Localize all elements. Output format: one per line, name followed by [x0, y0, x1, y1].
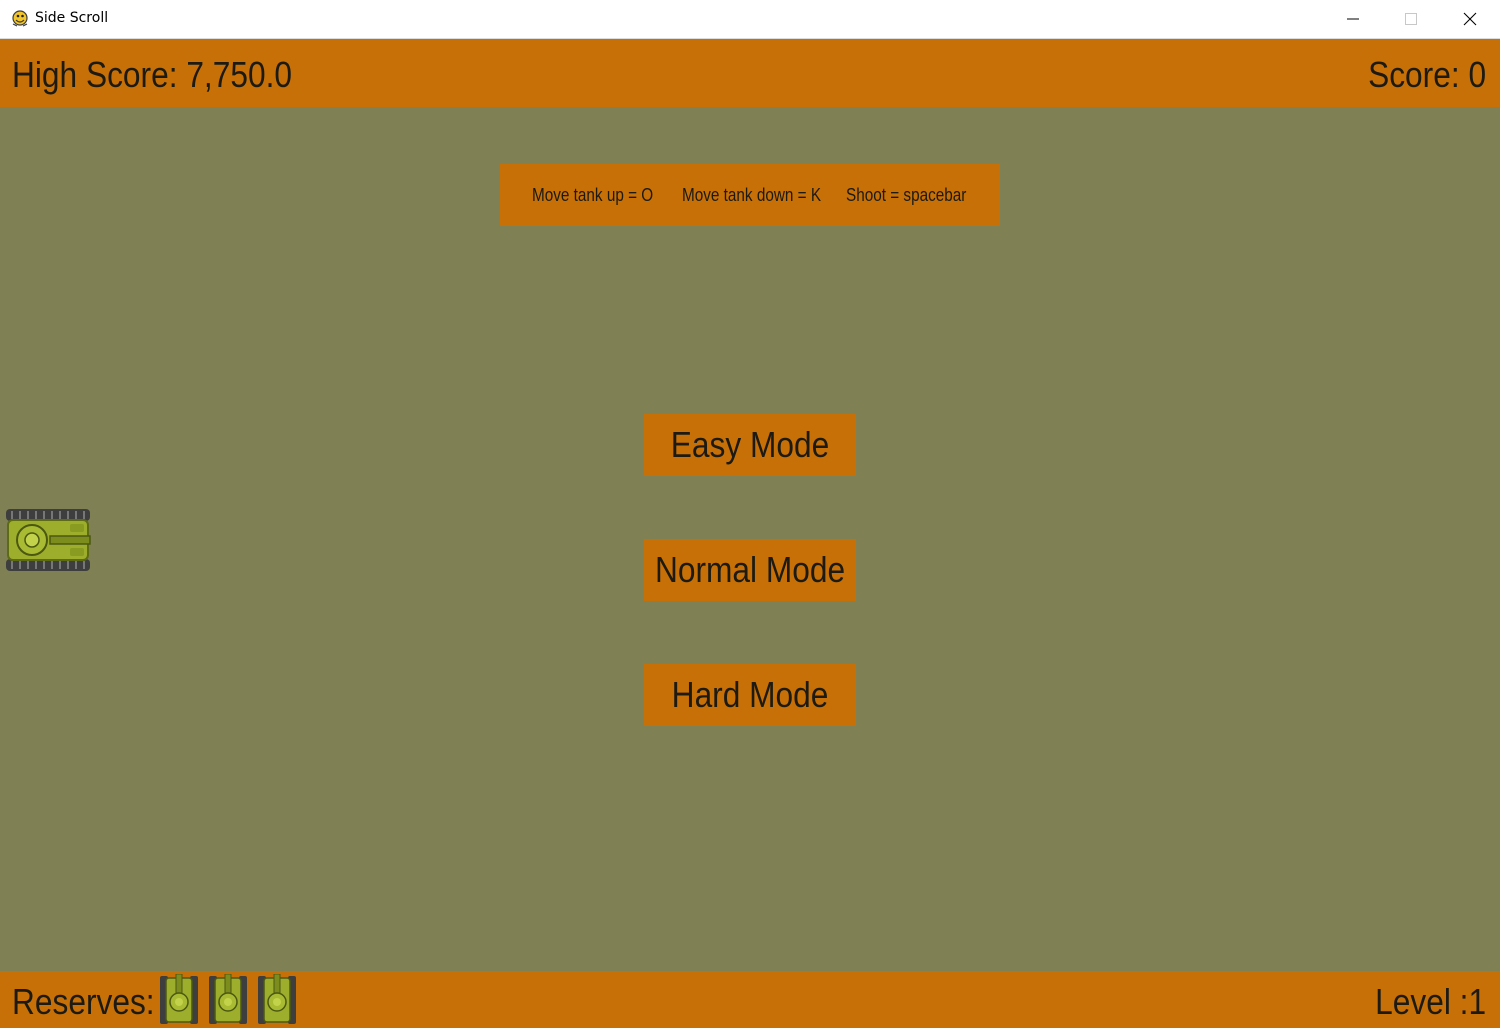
level-label: Level :1: [1375, 981, 1486, 1022]
high-score-label: High Score: 7,750.0: [12, 54, 293, 95]
reserve-tank-icon: [160, 974, 198, 1024]
control-move-up: Move tank up = O: [532, 185, 654, 205]
close-button[interactable]: [1441, 0, 1499, 38]
tank-icon: [6, 509, 91, 571]
pygame-snake-icon: [12, 10, 28, 27]
easy-mode-label: Easy Mode: [670, 424, 830, 465]
window-title: Side Scroll: [35, 10, 109, 26]
hard-mode-label: Hard Mode: [671, 674, 829, 715]
normal-mode-button[interactable]: Normal Mode: [644, 539, 856, 601]
minimize-icon: [1347, 18, 1359, 20]
hard-mode-button[interactable]: Hard Mode: [644, 664, 856, 726]
maximize-icon: [1405, 13, 1417, 25]
bottom-hud-bar: Reserves: Level:1: [0, 971, 1500, 1028]
normal-mode-label: Normal Mode: [654, 549, 846, 590]
app-window: Side Scroll High Score: 7,750.0 Score: 0…: [0, 0, 1500, 1028]
control-move-down: Move tank down = K: [682, 185, 822, 205]
close-icon: [1463, 12, 1477, 26]
reserve-tank-icon: [209, 974, 247, 1024]
easy-mode-button[interactable]: Easy Mode: [644, 414, 856, 476]
title-bar[interactable]: Side Scroll: [0, 0, 1500, 39]
game-canvas[interactable]: High Score: 7,750.0 Score: 0 Move tank u…: [0, 39, 1500, 1028]
controls-help-panel: Move tank up = O Move tank down = K Shoo…: [500, 164, 1000, 226]
reserves-label: Reserves:: [12, 981, 155, 1022]
minimize-button[interactable]: [1324, 0, 1382, 38]
maximize-button[interactable]: [1382, 0, 1440, 38]
reserve-tank-icon: [258, 974, 296, 1024]
score-label: Score: 0: [1368, 54, 1486, 95]
control-shoot: Shoot = spacebar: [846, 185, 967, 205]
top-hud-bar: High Score: 7,750.0 Score: 0: [0, 39, 1500, 107]
